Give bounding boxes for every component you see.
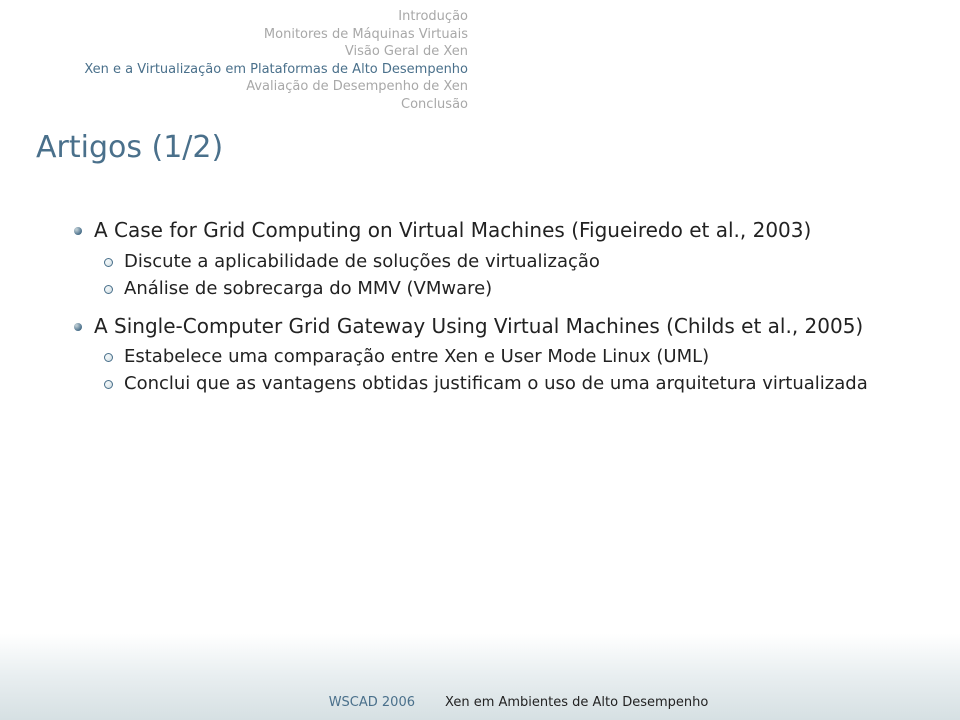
- bullet-group: A Case for Grid Computing on Virtual Mac…: [72, 218, 890, 300]
- footer-event: WSCAD 2006: [115, 695, 415, 710]
- nav-item: Monitores de Máquinas Virtuais: [72, 26, 468, 44]
- slide-content: A Case for Grid Computing on Virtual Mac…: [72, 218, 890, 409]
- bullet-group: A Single-Computer Grid Gateway Using Vir…: [72, 314, 890, 396]
- nav-item: Introdução: [72, 8, 468, 26]
- nav-item-active: Xen e a Virtualização em Plataformas de …: [72, 61, 468, 79]
- slide: Introdução Monitores de Máquinas Virtuai…: [0, 0, 960, 720]
- slide-title: Artigos (1/2): [36, 130, 223, 165]
- bullet-level2: Discute a aplicabilidade de soluções de …: [102, 250, 890, 273]
- footer-title: Xen em Ambientes de Alto Desempenho: [445, 695, 845, 710]
- nav-item: Conclusão: [72, 96, 468, 114]
- bullet-level1: A Case for Grid Computing on Virtual Mac…: [72, 218, 890, 244]
- bullet-level2: Análise de sobrecarga do MMV (VMware): [102, 277, 890, 300]
- nav-item: Visão Geral de Xen: [72, 43, 468, 61]
- nav-sections: Introdução Monitores de Máquinas Virtuai…: [72, 8, 468, 113]
- bullet-level2: Conclui que as vantagens obtidas justifi…: [102, 372, 890, 395]
- nav-item: Avaliação de Desempenho de Xen: [72, 78, 468, 96]
- footer: WSCAD 2006 Xen em Ambientes de Alto Dese…: [0, 695, 960, 710]
- bullet-level2: Estabelece uma comparação entre Xen e Us…: [102, 345, 890, 368]
- bullet-level1: A Single-Computer Grid Gateway Using Vir…: [72, 314, 890, 340]
